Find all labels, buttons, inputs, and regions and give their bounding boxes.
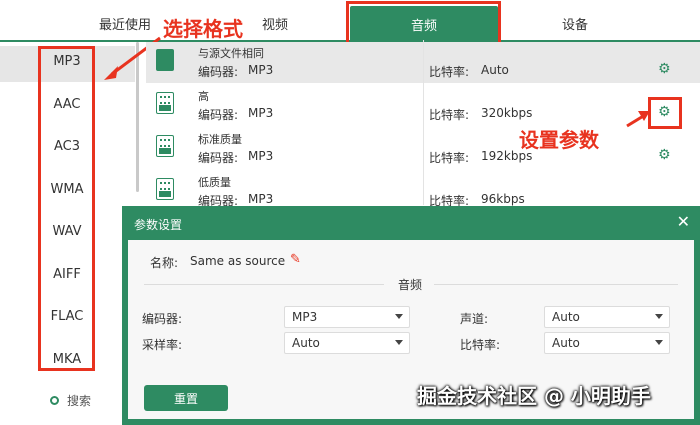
preset-codec-value: MP3 — [248, 106, 274, 120]
reset-button[interactable]: 重置 — [144, 385, 228, 411]
column-divider — [423, 40, 424, 205]
bitrate-label: 比特率: — [460, 338, 501, 352]
preset-bitrate-value: 96kbps — [481, 192, 525, 206]
gear-icon[interactable]: ⚙ — [658, 62, 671, 76]
encoder-select[interactable]: MP3 — [284, 306, 410, 328]
preset-bitrate-value: 192kbps — [481, 149, 533, 163]
preset-codec-label: 编码器: — [198, 65, 239, 79]
channel-label: 声道: — [460, 312, 489, 326]
encoder-select-value: MP3 — [292, 310, 318, 324]
preset-bitrate-label: 比特率: — [429, 151, 470, 165]
preset-name: 高 — [198, 90, 209, 103]
watermark: 掘金技术社区 @ 小明助手 — [417, 384, 651, 408]
preset-bitrate-label: 比特率: — [429, 108, 470, 122]
channel-select-value: Auto — [552, 310, 580, 324]
quality-high-icon — [156, 92, 174, 114]
samplerate-select-value: Auto — [292, 336, 320, 350]
section-audio-label: 音频 — [398, 278, 423, 292]
preset-name: 标准质量 — [198, 133, 242, 146]
dialog-title: 参数设置 — [134, 218, 183, 232]
gear-icon[interactable]: ⚙ — [658, 148, 671, 162]
preset-codec-value: MP3 — [248, 192, 274, 206]
chevron-down-icon — [655, 314, 663, 319]
chevron-down-icon — [395, 314, 403, 319]
samplerate-label: 采样率: — [142, 338, 183, 352]
channel-select[interactable]: Auto — [544, 306, 670, 328]
preset-codec-label: 编码器: — [198, 151, 239, 165]
reset-button-label: 重置 — [173, 391, 198, 406]
preset-bitrate-value: Auto — [481, 63, 509, 77]
close-icon[interactable]: ✕ — [677, 212, 690, 231]
encoder-label: 编码器: — [142, 312, 183, 326]
arrow-to-formats-head — [104, 66, 118, 80]
preset-codec-value: MP3 — [248, 63, 274, 77]
preset-file-icon — [156, 49, 174, 71]
name-label: 名称: — [150, 256, 179, 270]
quality-low-icon — [156, 178, 174, 200]
preset-codec-label: 编码器: — [198, 108, 239, 122]
chevron-down-icon — [655, 340, 663, 345]
preset-name: 与源文件相同 — [198, 47, 264, 60]
name-value[interactable]: Same as source — [190, 254, 285, 268]
bitrate-select-value: Auto — [552, 336, 580, 350]
preset-name: 低质量 — [198, 176, 231, 189]
preset-bitrate-label: 比特率: — [429, 65, 470, 79]
edit-pencil-icon[interactable]: ✎ — [290, 252, 301, 267]
bitrate-select[interactable]: Auto — [544, 332, 670, 354]
preset-codec-value: MP3 — [248, 149, 274, 163]
preset-bitrate-value: 320kbps — [481, 106, 533, 120]
chevron-down-icon — [395, 340, 403, 345]
samplerate-select[interactable]: Auto — [284, 332, 410, 354]
quality-standard-icon — [156, 135, 174, 157]
section-divider-right — [434, 284, 678, 285]
section-divider-left — [144, 284, 384, 285]
gear-icon[interactable]: ⚙ — [658, 105, 671, 119]
